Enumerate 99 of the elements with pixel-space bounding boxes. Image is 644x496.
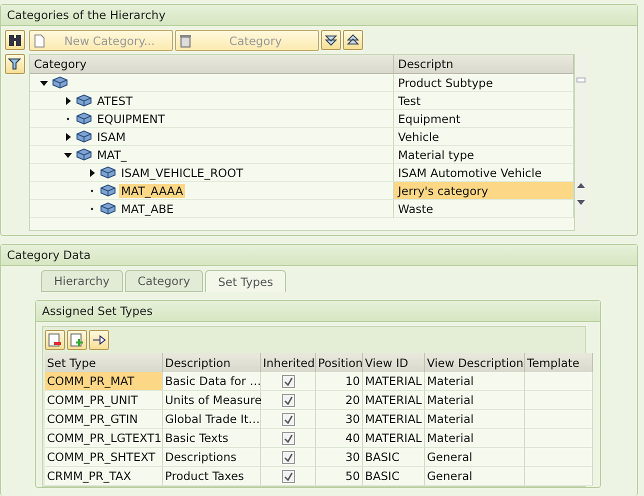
tree-item[interactable]: EQUIPMENT	[95, 112, 167, 126]
add-row-icon	[70, 333, 84, 347]
description-cell: Global Trade It…	[163, 410, 261, 429]
collapse-all-button[interactable]	[343, 30, 363, 50]
panel-title: Assigned Set Types	[36, 301, 600, 322]
vertical-scrollbar[interactable]	[575, 54, 587, 226]
set-type-cell[interactable]: COMM_PR_GTIN	[45, 410, 163, 429]
description-cell: Units of Measure	[163, 391, 261, 410]
tree-item[interactable]: ATEST	[95, 94, 135, 108]
column-header: View Description	[425, 353, 525, 372]
tree-item[interactable]: ISAM_VEHICLE_ROOT	[119, 166, 246, 180]
set-type-cell[interactable]: COMM_PR_SHTEXT	[45, 448, 163, 467]
position-cell: 20	[316, 391, 363, 410]
tab[interactable]: Set Types	[205, 270, 286, 292]
description-cell: Material type	[394, 146, 574, 164]
panel-title: Category Data	[1, 245, 637, 266]
column-header: Set Type	[45, 353, 163, 372]
cube-icon	[76, 94, 92, 107]
inherited-checkbox[interactable]	[282, 374, 294, 388]
collapsed-triangle-icon[interactable]	[88, 168, 96, 176]
view-id-cell: MATERIAL	[363, 429, 425, 448]
position-cell: 10	[316, 372, 363, 391]
double-up-triangle-icon	[347, 34, 359, 46]
cube-icon	[100, 166, 116, 179]
description-cell: Vehicle	[394, 128, 574, 146]
view-id-cell: BASIC	[363, 467, 425, 486]
view-id-cell: MATERIAL	[363, 391, 425, 410]
add-row-button[interactable]	[67, 330, 87, 350]
inherited-checkbox[interactable]	[282, 450, 294, 464]
double-down-triangle-icon	[325, 34, 337, 46]
cube-icon	[76, 112, 92, 125]
cube-icon	[100, 202, 116, 215]
filter-button[interactable]	[5, 54, 25, 74]
tree-item[interactable]: MAT_ABE	[119, 202, 176, 216]
panel-title: Categories of the Hierarchy	[1, 5, 637, 26]
remove-row-button[interactable]	[45, 330, 65, 350]
tree-item[interactable]: MAT_	[95, 148, 129, 162]
view-id-cell: MATERIAL	[363, 410, 425, 429]
inherited-checkbox[interactable]	[282, 412, 294, 426]
description-cell: Jerry's category	[394, 182, 574, 200]
column-header: Inherited	[261, 353, 316, 372]
description-cell: Waste	[394, 200, 574, 218]
expanded-triangle-icon[interactable]	[40, 78, 48, 86]
description-cell: Product Taxes	[163, 467, 261, 486]
cube-icon	[76, 130, 92, 143]
view-description-cell: Material	[425, 429, 525, 448]
description-cell: Product Subtype	[394, 74, 574, 92]
inherited-checkbox[interactable]	[282, 432, 294, 444]
view-id-cell: MATERIAL	[363, 372, 425, 391]
cube-icon	[100, 184, 116, 197]
view-description-cell: General	[425, 448, 525, 467]
tree-item[interactable]: ISAM	[95, 130, 128, 144]
position-cell: 50	[316, 467, 363, 486]
view-description-cell: General	[425, 467, 525, 486]
set-type-cell[interactable]: COMM_PR_MAT	[45, 372, 163, 391]
position-cell: 30	[316, 448, 363, 467]
template-cell	[525, 467, 593, 486]
description-cell: Equipment	[394, 110, 574, 128]
description-cell: Descriptions	[163, 448, 261, 467]
collapsed-triangle-icon[interactable]	[64, 96, 72, 104]
tab[interactable]: Category	[124, 270, 204, 292]
trash-icon	[180, 34, 191, 48]
column-header: View ID	[363, 353, 425, 372]
set-type-cell[interactable]: COMM_PR_UNIT	[45, 391, 163, 410]
expand-all-button[interactable]	[321, 30, 341, 50]
page-icon	[34, 34, 45, 48]
inherited-checkbox[interactable]	[282, 394, 294, 406]
view-description-cell: Material	[425, 372, 525, 391]
hierarchy-arrow-button[interactable]	[89, 330, 109, 350]
column-header: Descriptn	[394, 55, 574, 74]
set-type-cell[interactable]: CRMM_PR_TAX	[45, 467, 163, 486]
position-cell: 30	[316, 410, 363, 429]
set-type-cell[interactable]: COMM_PR_LGTEXT1	[45, 429, 163, 448]
column-header: Category	[30, 55, 394, 74]
description-cell: Test	[394, 92, 574, 110]
tree-item[interactable]: MAT_AAAA	[119, 184, 186, 198]
template-cell	[525, 429, 593, 448]
inherited-checkbox[interactable]	[282, 470, 294, 482]
column-header: Description	[163, 353, 261, 372]
remove-row-icon	[48, 333, 62, 347]
position-cell: 40	[316, 429, 363, 448]
template-cell	[525, 448, 593, 467]
template-cell	[525, 391, 593, 410]
expanded-triangle-icon[interactable]	[64, 150, 72, 158]
column-header: Position	[316, 353, 363, 372]
view-description-cell: Material	[425, 391, 525, 410]
template-cell	[525, 410, 593, 429]
description-cell: Basic Texts	[163, 429, 261, 448]
arrow-icon	[92, 333, 106, 347]
template-cell	[525, 372, 593, 391]
collapsed-triangle-icon[interactable]	[64, 132, 72, 140]
cube-icon	[52, 76, 68, 89]
column-header: Template	[525, 353, 593, 372]
filter-icon	[8, 57, 22, 71]
view-description-cell: Material	[425, 410, 525, 429]
tab[interactable]: Hierarchy	[41, 270, 123, 292]
description-cell: Basic Data for …	[163, 372, 261, 391]
view-id-cell: BASIC	[363, 448, 425, 467]
cube-icon	[76, 148, 92, 161]
